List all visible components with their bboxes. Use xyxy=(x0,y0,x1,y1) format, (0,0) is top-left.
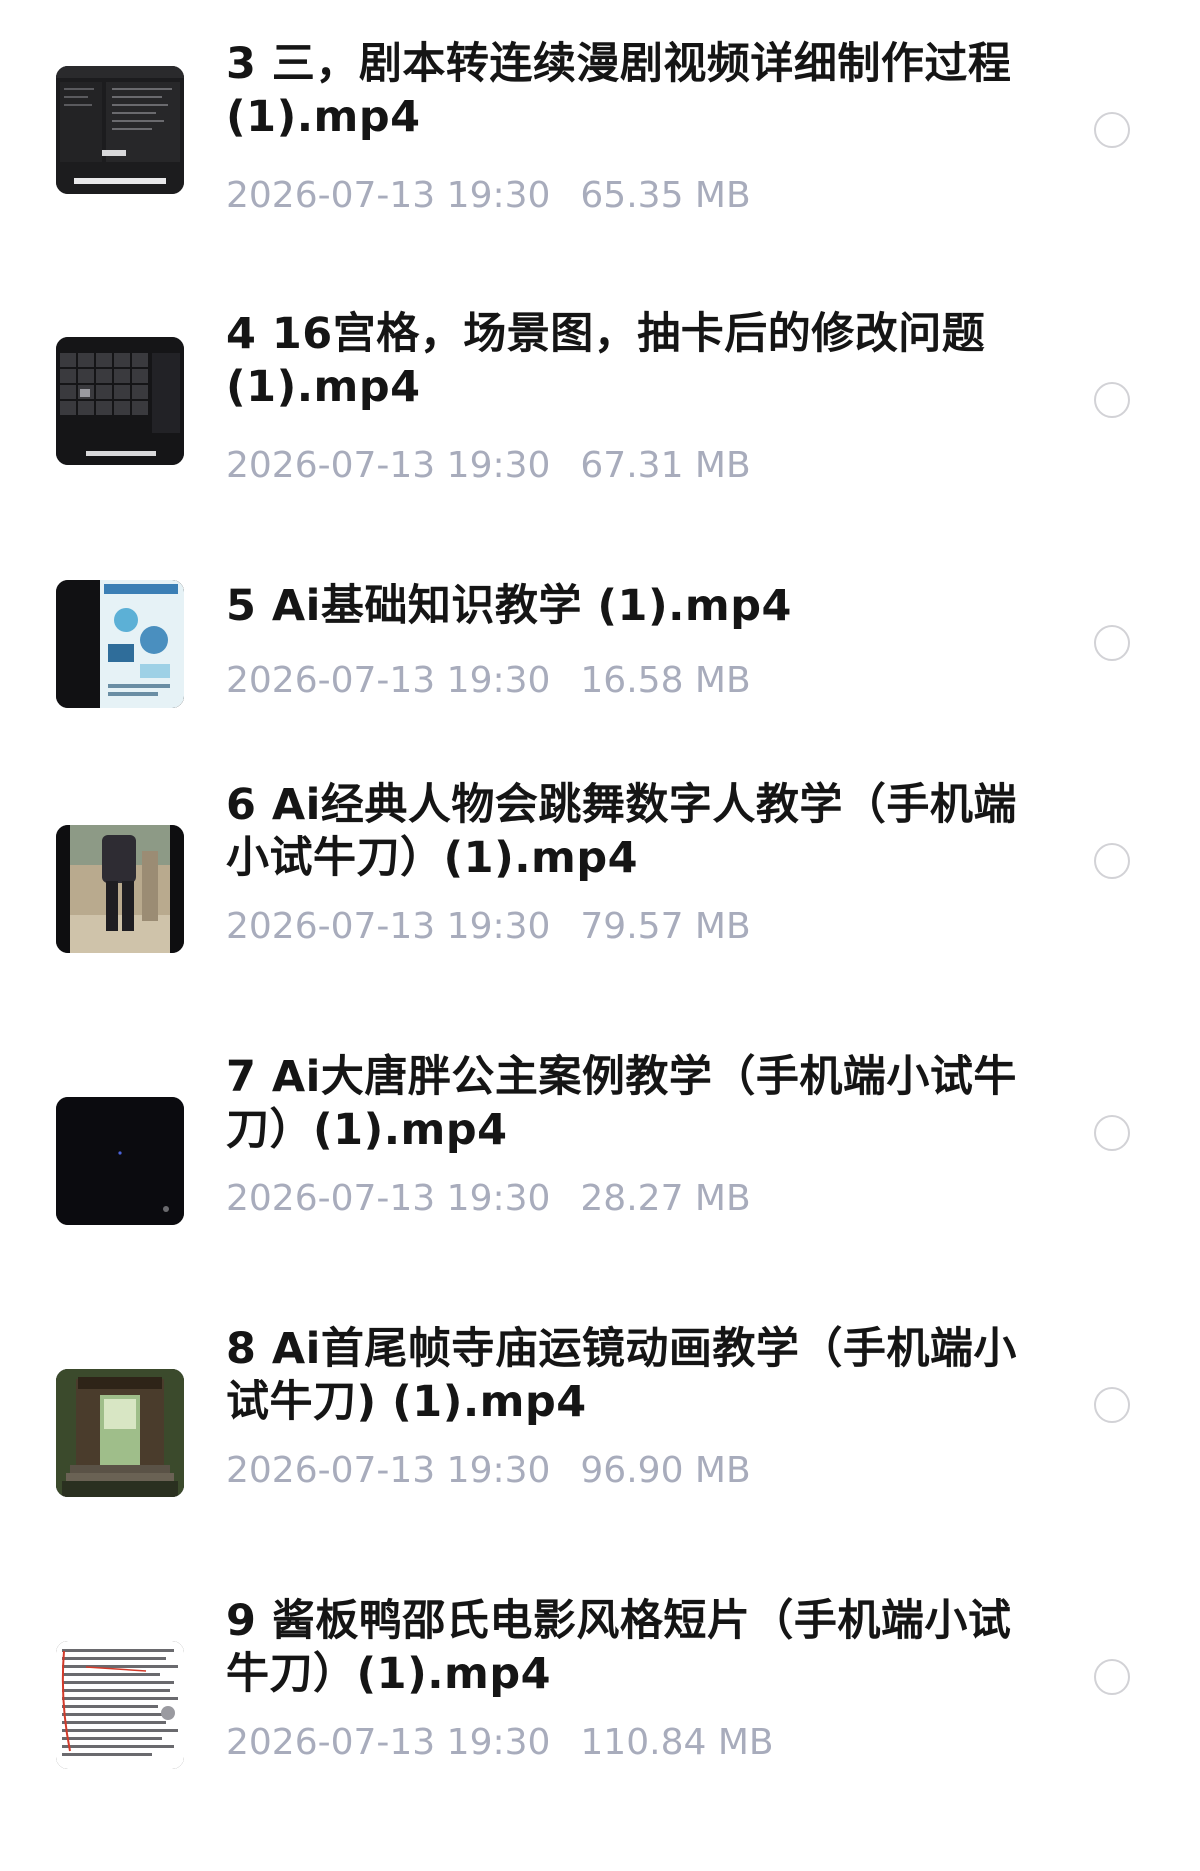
text-document-thumbnail-image xyxy=(56,1641,184,1769)
file-list: 3 三，剧本转连续漫剧视频详细制作过程(1).mp4 2026-07-13 19… xyxy=(0,0,1200,1845)
video-thumbnail xyxy=(56,1097,184,1225)
file-title: 8 Ai首尾帧寺庙运镜动画教学（手机端小试牛刀) (1).mp4 xyxy=(226,1324,1017,1427)
file-meta: 2026-07-13 19:30 28.27 MB xyxy=(226,1179,751,1219)
select-radio[interactable] xyxy=(1094,382,1130,418)
file-date: 2026-07-13 19:30 xyxy=(226,1722,551,1763)
file-title: 9 酱板鸭邵氏电影风格短片（手机端小试牛刀）(1).mp4 xyxy=(226,1596,1012,1699)
select-radio[interactable] xyxy=(1094,625,1130,661)
file-meta: 2026-07-13 19:30 110.84 MB xyxy=(226,1723,774,1763)
file-date: 2026-07-13 19:30 xyxy=(226,660,551,701)
select-radio[interactable] xyxy=(1094,1387,1130,1423)
person-thumbnail-image xyxy=(56,825,184,953)
file-size: 16.58 MB xyxy=(580,660,751,701)
list-item[interactable]: 9 酱板鸭邵氏电影风格短片（手机端小试牛刀）(1).mp4 2026-07-13… xyxy=(0,1596,1200,1871)
file-title: 5 Ai基础知识教学 (1).mp4 xyxy=(226,581,792,631)
list-item[interactable]: 4 16宫格，场景图，抽卡后的修改问题(1).mp4 2026-07-13 19… xyxy=(0,270,1200,540)
file-date: 2026-07-13 19:30 xyxy=(226,445,551,486)
list-item[interactable]: 5 Ai基础知识教学 (1).mp4 2026-07-13 19:30 16.58… xyxy=(0,540,1200,810)
file-meta: 2026-07-13 19:30 67.31 MB xyxy=(226,446,751,486)
file-title: 4 16宫格，场景图，抽卡后的修改问题(1).mp4 xyxy=(226,309,986,412)
select-radio[interactable] xyxy=(1094,843,1130,879)
file-size: 65.35 MB xyxy=(580,175,751,216)
file-size: 28.27 MB xyxy=(580,1178,751,1219)
file-size: 110.84 MB xyxy=(580,1722,774,1763)
black-frame-thumbnail-image xyxy=(56,1097,184,1225)
select-radio[interactable] xyxy=(1094,112,1130,148)
select-radio[interactable] xyxy=(1094,1659,1130,1695)
file-title: 3 三，剧本转连续漫剧视频详细制作过程(1).mp4 xyxy=(226,39,1012,142)
list-item[interactable]: 7 Ai大唐胖公主案例教学（手机端小试牛刀）(1).mp4 2026-07-13… xyxy=(0,1052,1200,1327)
file-meta: 2026-07-13 19:30 96.90 MB xyxy=(226,1451,751,1491)
file-size: 96.90 MB xyxy=(580,1450,751,1491)
select-radio[interactable] xyxy=(1094,1115,1130,1151)
video-thumbnail xyxy=(56,1369,184,1497)
list-item[interactable]: 6 Ai经典人物会跳舞数字人教学（手机端小试牛刀）(1).mp4 2026-07… xyxy=(0,780,1200,1055)
file-title: 6 Ai经典人物会跳舞数字人教学（手机端小试牛刀）(1).mp4 xyxy=(226,780,1017,883)
file-date: 2026-07-13 19:30 xyxy=(226,175,551,216)
file-title: 7 Ai大唐胖公主案例教学（手机端小试牛刀）(1).mp4 xyxy=(226,1052,1017,1155)
video-thumbnail xyxy=(56,825,184,953)
video-thumbnail xyxy=(56,66,184,194)
file-date: 2026-07-13 19:30 xyxy=(226,1178,551,1219)
file-meta: 2026-07-13 19:30 65.35 MB xyxy=(226,176,751,216)
list-item[interactable]: 8 Ai首尾帧寺庙运镜动画教学（手机端小试牛刀) (1).mp4 2026-07… xyxy=(0,1324,1200,1599)
file-size: 67.31 MB xyxy=(580,445,751,486)
temple-gate-thumbnail-image xyxy=(56,1369,184,1497)
file-date: 2026-07-13 19:30 xyxy=(226,906,551,947)
list-item[interactable]: 3 三，剧本转连续漫剧视频详细制作过程(1).mp4 2026-07-13 19… xyxy=(0,0,1200,270)
file-meta: 2026-07-13 19:30 79.57 MB xyxy=(226,907,751,947)
file-meta: 2026-07-13 19:30 16.58 MB xyxy=(226,661,751,701)
dark-editor-thumbnail-image xyxy=(56,66,184,194)
video-thumbnail xyxy=(56,580,184,708)
file-date: 2026-07-13 19:30 xyxy=(226,1450,551,1491)
file-size: 79.57 MB xyxy=(580,906,751,947)
video-thumbnail xyxy=(56,1641,184,1769)
infographic-thumbnail-image xyxy=(56,580,184,708)
dark-grid-thumbnail-image xyxy=(56,337,184,465)
video-thumbnail xyxy=(56,337,184,465)
